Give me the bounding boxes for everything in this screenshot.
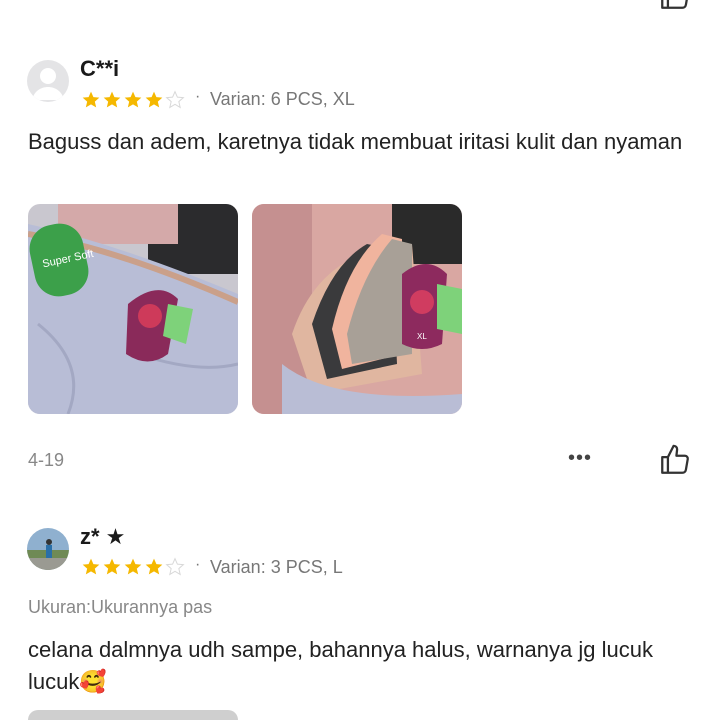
variant-label: Varian: 6 PCS, XL [210,89,355,109]
separator-dot: · [195,88,201,105]
more-options-button[interactable]: ••• [568,447,592,470]
user-photo-icon [27,528,69,570]
username: z* ★ [80,524,126,549]
like-icon[interactable] [658,443,692,477]
star-filled-icon [103,91,121,108]
like-icon-top-partial[interactable] [658,0,692,12]
star-empty-icon [165,90,185,109]
star-filled-icon [103,558,121,575]
star-filled-icon [145,558,163,575]
star-filled-icon [124,558,142,575]
username: C**i [80,56,120,81]
product-photo-icon: XL [252,204,462,414]
avatar[interactable] [27,528,69,570]
review-photo-1[interactable]: Super Soft [28,204,238,414]
star-filled-icon [124,91,142,108]
size-note: Ukuran:Ukurannya pas [28,597,213,617]
avatar[interactable] [27,60,69,102]
star-rating [81,555,185,579]
variant-label: Varian: 3 PCS, L [210,557,343,577]
separator-dot: · [195,556,201,573]
star-filled-icon [145,91,163,108]
review-text: Baguss dan adem, karetnya tidak membuat … [28,129,683,154]
review-text: celana dalmnya udh sampe, bahannya halus… [28,637,653,694]
review-photo-2[interactable]: XL [252,204,462,414]
review-photo-partial[interactable] [28,710,238,720]
review-date: 4-19 [28,450,65,470]
product-photo-icon: Super Soft [28,204,238,414]
star-rating [81,88,185,112]
tag-text: XL [417,332,427,341]
user-icon [32,68,64,100]
star-filled-icon [82,91,100,108]
star-empty-icon [165,557,185,576]
star-filled-icon [82,558,100,575]
